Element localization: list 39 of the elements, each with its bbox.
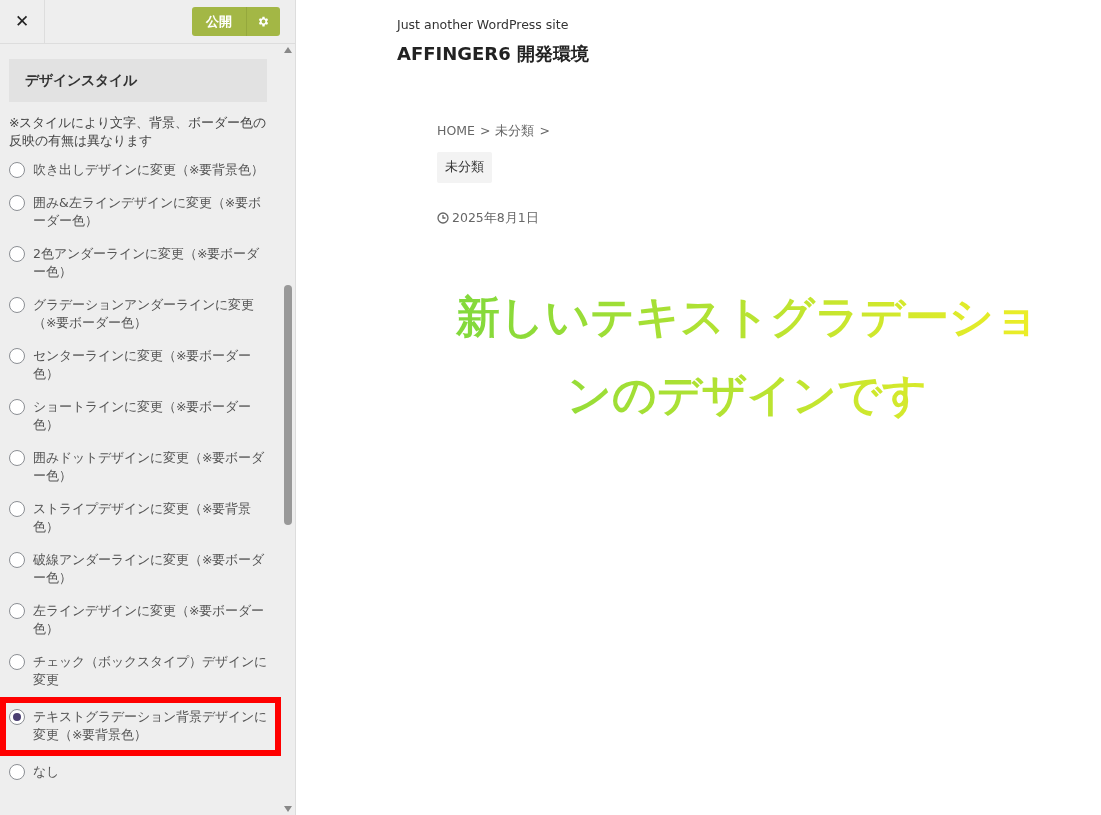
radio-button[interactable] (9, 195, 25, 211)
radio-option[interactable]: 囲みドットデザインに変更（※要ボーダー色） (9, 442, 267, 493)
post-date: 2025年8月1日 (452, 208, 539, 227)
radio-option[interactable]: 左ラインデザインに変更（※要ボーダー色） (9, 595, 267, 646)
radio-button[interactable] (9, 297, 25, 313)
radio-option[interactable]: センターラインに変更（※要ボーダー色） (9, 340, 267, 391)
radio-button[interactable] (9, 552, 25, 568)
radio-button[interactable] (9, 764, 25, 780)
radio-option[interactable]: 吹き出しデザインに変更（※要背景色） (9, 154, 267, 187)
radio-option[interactable]: 囲み&左ラインデザインに変更（※要ボーダー色） (9, 187, 267, 238)
radio-button[interactable] (9, 348, 25, 364)
clock-icon (437, 212, 449, 225)
radio-button[interactable] (9, 450, 25, 466)
radio-option[interactable]: 破線アンダーラインに変更（※要ボーダー色） (9, 544, 267, 595)
breadcrumb-link[interactable]: HOME (437, 122, 475, 142)
radio-button[interactable] (9, 501, 25, 517)
radio-option[interactable]: チェック（ボックスタイプ）デザインに変更 (9, 646, 267, 697)
section-title: デザインスタイル (9, 59, 267, 102)
breadcrumb-separator: > (479, 122, 491, 141)
close-button[interactable]: ✕ (0, 0, 45, 44)
radio-option[interactable]: なし (9, 756, 267, 789)
breadcrumb-separator: > (539, 122, 550, 141)
category-tag[interactable]: 未分類 (437, 152, 492, 183)
breadcrumb-link[interactable]: 未分類 (495, 122, 535, 142)
radio-button[interactable] (9, 399, 25, 415)
radio-button[interactable] (9, 246, 25, 262)
radio-option[interactable]: ストライプデザインに変更（※要背景色） (9, 493, 267, 544)
note-text: ※スタイルにより文字、背景、ボーダー色の反映の有無は異なります (9, 114, 267, 150)
radio-option[interactable]: グラデーションアンダーラインに変更（※要ボーダー色） (9, 289, 267, 340)
settings-icon (257, 15, 270, 28)
radio-button[interactable] (9, 654, 25, 670)
radio-button[interactable] (9, 709, 25, 725)
radio-button[interactable] (9, 162, 25, 178)
site-tagline: Just another WordPress site (397, 16, 570, 34)
site-title[interactable]: AFFINGER6 開発環境 (397, 42, 1101, 65)
radio-option[interactable]: テキストグラデーション背景デザインに変更（※要背景色） (0, 697, 281, 756)
radio-button[interactable] (9, 603, 25, 619)
radio-option[interactable]: ショートラインに変更（※要ボーダー色） (9, 391, 267, 442)
radio-option[interactable]: 2色アンダーラインに変更（※要ボーダー色） (9, 238, 267, 289)
